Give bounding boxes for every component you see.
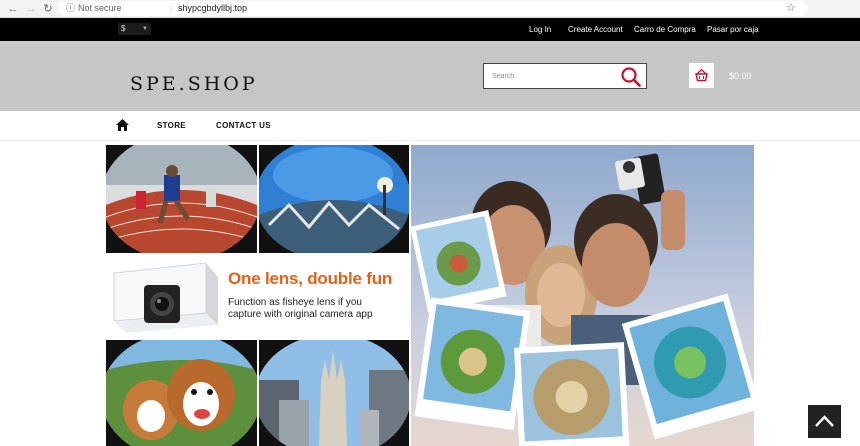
info-icon[interactable]: ⓘ: [66, 1, 75, 16]
url-text[interactable]: shypcgbdyllbj.top: [178, 1, 247, 16]
selfie-tiny-planet-image: [411, 145, 754, 446]
banner-subline-1: Function as fisheye lens if you: [228, 297, 362, 308]
back-icon[interactable]: ←: [6, 2, 20, 16]
search-input[interactable]: [484, 64, 614, 88]
site-header: SPE.SHOP $0.00: [0, 41, 860, 111]
fisheye-city-image: [259, 145, 409, 253]
bookmark-star-icon[interactable]: ☆: [786, 1, 796, 14]
search-box: [483, 63, 647, 89]
cart-button[interactable]: [689, 63, 714, 88]
fisheye-dogs-image: [106, 340, 257, 446]
nav-store[interactable]: STORE: [157, 121, 186, 130]
main-nav: STORE CONTACT US: [0, 111, 860, 141]
currency-value: $: [121, 24, 126, 33]
basket-icon: [695, 68, 708, 82]
login-link[interactable]: Log In: [529, 24, 551, 35]
checkout-link[interactable]: Pasar por caja: [707, 24, 759, 35]
browser-toolbar: ← → ↻ ⓘ Not secure | shypcgbdyllbj.top ☆: [0, 0, 860, 18]
currency-select[interactable]: $ ▼: [118, 23, 151, 35]
nav-contact-us[interactable]: CONTACT US: [216, 121, 271, 130]
chevron-up-icon: [815, 415, 834, 427]
cart-link[interactable]: Carro de Compra: [634, 24, 696, 35]
camera-lens-image: [113, 262, 218, 333]
fisheye-runners-image: [106, 145, 257, 253]
home-icon[interactable]: [115, 118, 130, 132]
separator: |: [170, 3, 173, 13]
reload-icon[interactable]: ↻: [41, 2, 55, 16]
banner-headline: One lens, double fun: [228, 269, 393, 288]
fisheye-cathedral-image: [259, 340, 409, 446]
site-logo[interactable]: SPE.SHOP: [130, 73, 258, 95]
security-label: Not secure: [78, 3, 122, 13]
cart-total[interactable]: $0.00: [729, 71, 752, 81]
hero-banner[interactable]: One lens, double fun Function as fisheye…: [106, 145, 754, 446]
top-bar: $ ▼ Log In Create Account Carro de Compr…: [0, 18, 860, 41]
address-bar[interactable]: ⓘ Not secure | shypcgbdyllbj.top: [58, 1, 808, 16]
back-to-top-button[interactable]: [808, 405, 841, 438]
banner-subline-2: capture with original camera app: [228, 309, 373, 320]
lens-product-panel: One lens, double fun Function as fisheye…: [106, 255, 409, 338]
chevron-down-icon: ▼: [142, 26, 148, 32]
forward-icon[interactable]: →: [24, 2, 38, 16]
search-icon[interactable]: [620, 66, 642, 88]
create-account-link[interactable]: Create Account: [568, 24, 623, 35]
